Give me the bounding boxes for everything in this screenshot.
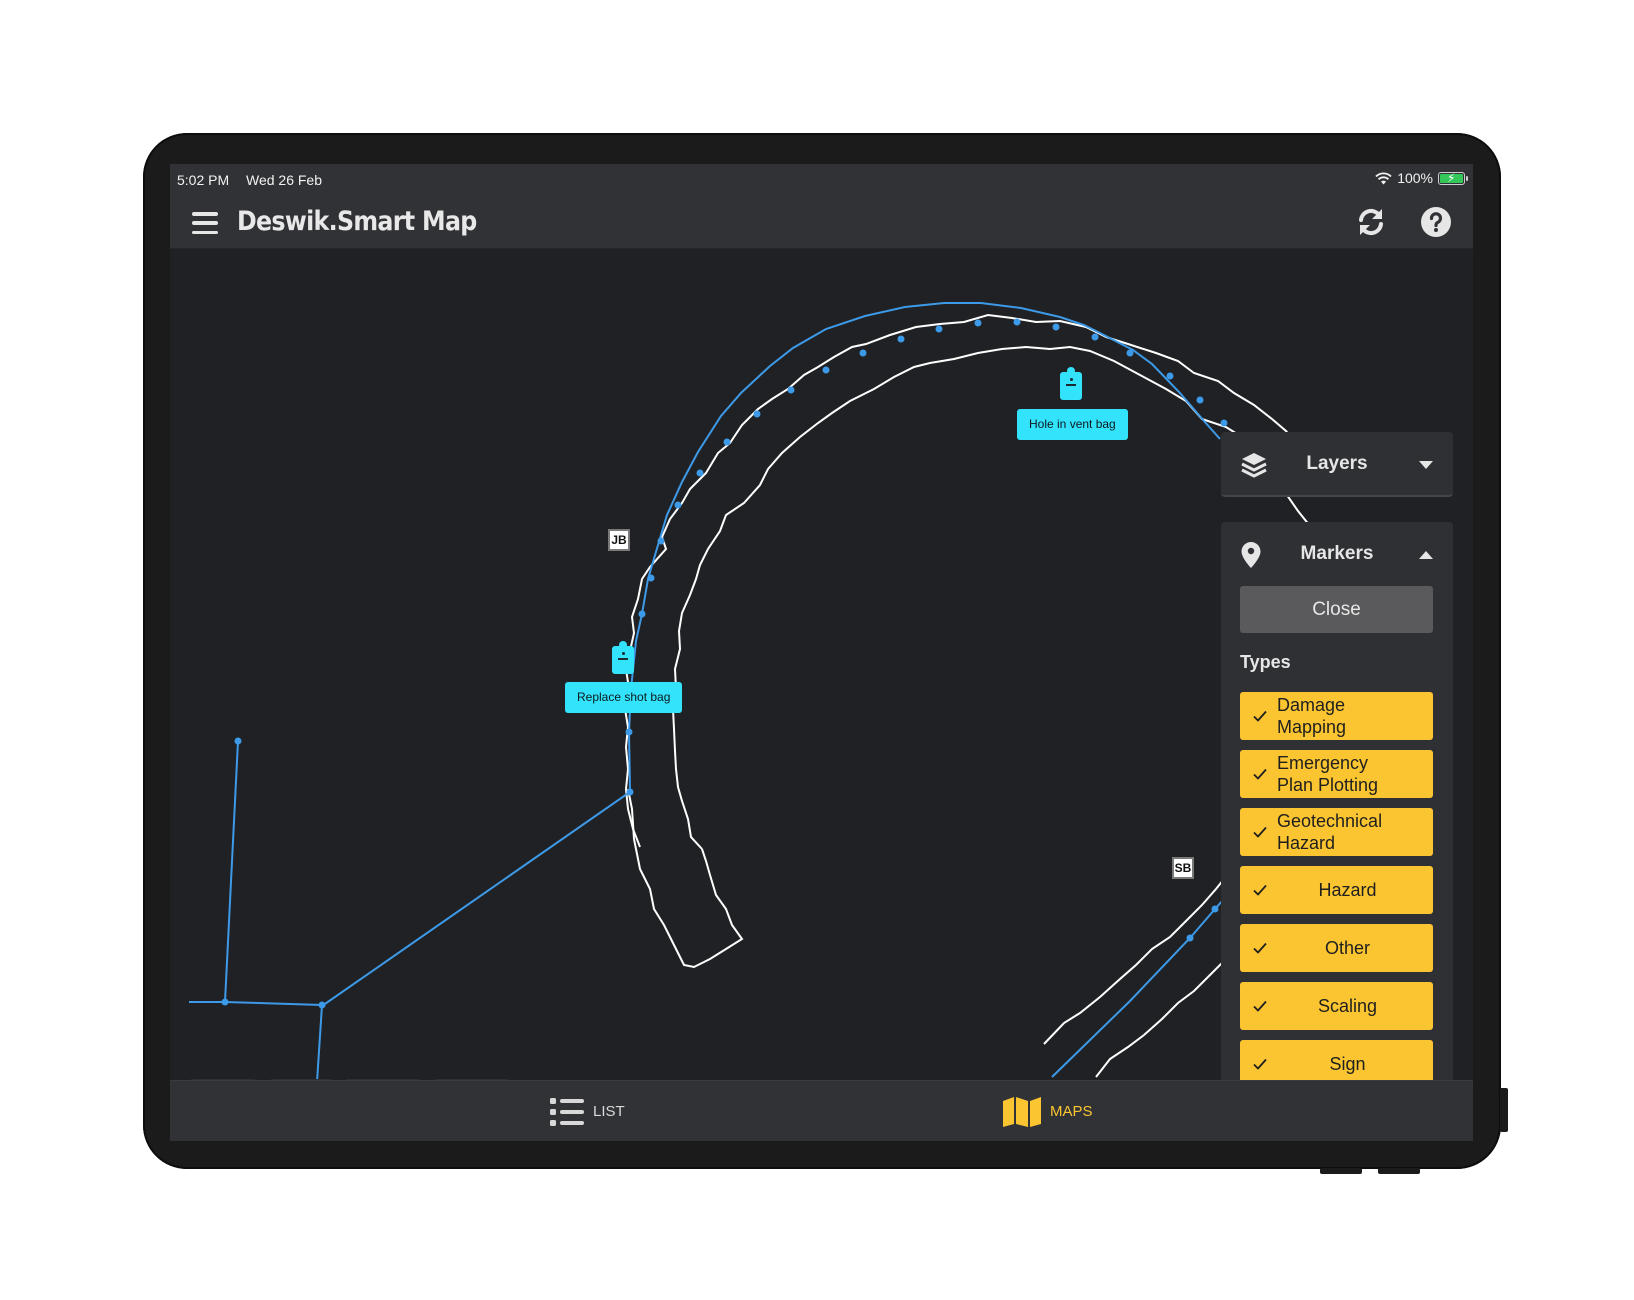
centerline-vertex bbox=[638, 610, 646, 618]
branch-vertex bbox=[234, 737, 242, 745]
centerline-vertex bbox=[1220, 419, 1228, 427]
check-icon bbox=[1253, 710, 1267, 722]
centerline-vertices bbox=[625, 318, 1228, 736]
centerline-vertex bbox=[787, 386, 795, 394]
centerline-vertex bbox=[1091, 333, 1099, 341]
marker-pin-replace-shot-bag[interactable] bbox=[612, 641, 634, 674]
centerline-vertex bbox=[822, 366, 830, 374]
markers-panel: Markers Close Types Damage Mapping Emerge… bbox=[1221, 522, 1453, 1141]
status-time: 5:02 PM bbox=[177, 172, 230, 188]
volume-button bbox=[1378, 1168, 1420, 1174]
centerline-vertex bbox=[647, 574, 655, 582]
clipboard-pin-icon bbox=[622, 652, 625, 655]
map-tag-jb[interactable]: JB bbox=[608, 529, 630, 551]
type-toggle-scaling[interactable]: Scaling bbox=[1240, 982, 1433, 1030]
type-toggle-other[interactable]: Other bbox=[1240, 924, 1433, 972]
centerline-vertex bbox=[696, 469, 704, 477]
type-toggle-geotechnical-hazard[interactable]: Geotechnical Hazard bbox=[1240, 808, 1433, 856]
marker-pin-hole-in-vent-bag[interactable] bbox=[1060, 367, 1082, 400]
volume-button bbox=[1320, 1168, 1362, 1174]
type-toggle-damage-mapping[interactable]: Damage Mapping bbox=[1240, 692, 1433, 740]
layers-panel: Layers bbox=[1221, 432, 1453, 497]
sync-button[interactable] bbox=[1355, 206, 1387, 238]
type-toggle-hazard[interactable]: Hazard bbox=[1240, 866, 1433, 914]
branch-line bbox=[316, 1004, 323, 1080]
centerline-vertex bbox=[674, 501, 682, 509]
centerline-vertex bbox=[1166, 372, 1174, 380]
check-icon bbox=[1253, 768, 1267, 780]
map-tag-sb[interactable]: SB bbox=[1172, 857, 1194, 879]
hamburger-menu-icon[interactable] bbox=[192, 212, 218, 234]
centerline-vertex bbox=[1186, 934, 1194, 942]
status-bar: 5:02 PM Wed 26 Feb 100% ⚡ bbox=[170, 164, 1473, 195]
markers-toggle[interactable]: Markers bbox=[1221, 522, 1453, 586]
tab-list-label: LIST bbox=[593, 1103, 625, 1120]
battery-icon: ⚡ bbox=[1438, 171, 1468, 185]
close-markers-button[interactable]: Close bbox=[1240, 586, 1433, 633]
tab-maps[interactable]: MAPS bbox=[1002, 1081, 1093, 1141]
app-screen: 5:02 PM Wed 26 Feb 100% ⚡ Deswik.Smart M… bbox=[170, 164, 1473, 1141]
help-button[interactable] bbox=[1420, 206, 1452, 238]
tab-list[interactable]: LIST bbox=[549, 1081, 625, 1141]
centerline-vertex bbox=[1013, 318, 1021, 326]
list-icon bbox=[550, 1097, 584, 1126]
folded-map-icon bbox=[1003, 1096, 1041, 1127]
check-icon bbox=[1253, 884, 1267, 896]
branch-vertex bbox=[318, 1001, 326, 1009]
check-icon bbox=[1253, 942, 1267, 954]
check-icon bbox=[1253, 1000, 1267, 1012]
layers-toggle[interactable]: Layers bbox=[1221, 432, 1453, 496]
marker-types-list: Damage Mapping Emergency Plan Plotting Geo… bbox=[1240, 692, 1433, 1141]
wifi-icon bbox=[1375, 172, 1392, 184]
sync-icon bbox=[1359, 208, 1383, 236]
tab-maps-label: MAPS bbox=[1050, 1103, 1093, 1120]
centerline-vertex bbox=[1196, 396, 1204, 404]
help-circle-icon bbox=[1421, 207, 1451, 237]
centerline-vertex bbox=[935, 325, 943, 333]
centerline-vertex bbox=[859, 349, 867, 357]
centerline-vertex bbox=[1052, 323, 1060, 331]
clipboard-pin-icon bbox=[1070, 378, 1073, 381]
centerline-vertex bbox=[723, 438, 731, 446]
marker-label-replace-shot-bag[interactable]: Replace shot bag bbox=[565, 682, 683, 713]
centerline-vertex bbox=[974, 319, 982, 327]
check-icon bbox=[1253, 1058, 1267, 1070]
centerline-vertex bbox=[657, 537, 665, 545]
marker-label-hole-in-vent-bag[interactable]: Hole in vent bag bbox=[1017, 409, 1128, 440]
centerline-vertex bbox=[897, 335, 905, 343]
centerline bbox=[628, 302, 1221, 733]
branch-vertex bbox=[626, 788, 634, 796]
centerline-vertex bbox=[1211, 905, 1219, 913]
type-toggle-emergency-plan-plotting[interactable]: Emergency Plan Plotting bbox=[1240, 750, 1433, 798]
chevron-up-icon bbox=[1419, 551, 1433, 559]
centerline-vertex bbox=[753, 410, 761, 418]
types-heading: Types bbox=[1240, 652, 1291, 672]
branch-line bbox=[321, 731, 632, 1007]
centerline-vertex bbox=[1126, 349, 1134, 357]
branch-vertex bbox=[221, 998, 229, 1006]
status-date: Wed 26 Feb bbox=[246, 172, 323, 188]
tab-bar: LIST MAPS bbox=[170, 1080, 1473, 1141]
map-canvas[interactable]: Replace shot bag Hole in vent bag JB SB bbox=[170, 249, 1473, 1141]
battery-percent: 100% bbox=[1397, 170, 1433, 186]
check-icon bbox=[1253, 826, 1267, 838]
drive-end-cap bbox=[627, 788, 744, 969]
app-header: Deswik.Smart Map bbox=[170, 195, 1473, 249]
branch-line bbox=[224, 740, 239, 1003]
branch-line bbox=[189, 1001, 323, 1006]
app-title: Deswik.Smart Map bbox=[237, 206, 477, 237]
power-button bbox=[1500, 1088, 1508, 1132]
chevron-down-icon bbox=[1419, 461, 1433, 469]
